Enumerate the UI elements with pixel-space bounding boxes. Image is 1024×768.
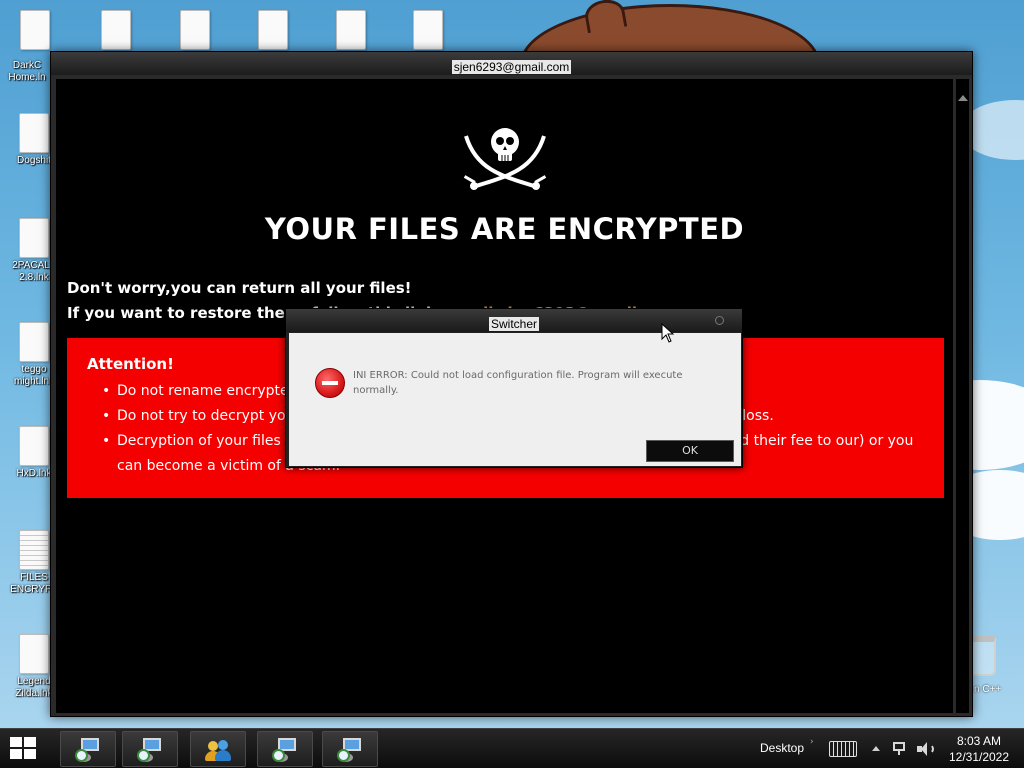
ok-button[interactable]: OK bbox=[646, 440, 734, 462]
dialog-body: INI ERROR: Could not load configuration … bbox=[289, 333, 741, 466]
desktop-shortcut-darkc[interactable]: DarkC Home.ln bbox=[0, 58, 57, 84]
desktop-file-icon[interactable] bbox=[321, 10, 381, 50]
taskbar-app-button[interactable] bbox=[190, 731, 246, 767]
pc-install-icon bbox=[272, 738, 298, 762]
file-icon bbox=[19, 113, 49, 153]
toolbar-chevron-icon[interactable]: › bbox=[810, 737, 814, 747]
taskbar: Desktop › 8:03 AM 12/31/2022 bbox=[0, 728, 1024, 768]
text-file-icon bbox=[19, 530, 49, 570]
taskbar-app-button[interactable] bbox=[322, 731, 378, 767]
windows-logo-icon bbox=[24, 749, 36, 759]
error-icon bbox=[315, 368, 345, 398]
taskbar-app-button[interactable] bbox=[257, 731, 313, 767]
file-icon bbox=[19, 218, 49, 258]
system-clock[interactable]: 8:03 AM 12/31/2022 bbox=[944, 733, 1014, 765]
keyboard-icon[interactable] bbox=[829, 741, 857, 757]
window-titlebar[interactable]: sjen6293@gmail.com bbox=[51, 52, 972, 75]
desktop-file-icon[interactable] bbox=[5, 10, 65, 50]
clock-date: 12/31/2022 bbox=[948, 750, 1010, 764]
reassurance-text: Don't worry,you can return all your file… bbox=[67, 279, 412, 297]
windows-logo-icon bbox=[10, 749, 22, 759]
dialog-title: Switcher bbox=[488, 317, 539, 331]
windows-live-messenger-icon bbox=[205, 738, 231, 762]
desktop-toolbar-label[interactable]: Desktop bbox=[760, 741, 804, 755]
mouse-cursor-icon bbox=[661, 323, 674, 343]
desktop-icon-label: n C++ bbox=[974, 684, 1002, 695]
windows-logo-icon bbox=[10, 737, 22, 747]
file-icon bbox=[19, 634, 49, 674]
window-title: sjen6293@gmail.com bbox=[451, 60, 572, 74]
ransom-headline: YOUR FILES ARE ENCRYPTED bbox=[264, 212, 745, 246]
clock-time: 8:03 AM bbox=[956, 734, 1002, 748]
desktop-file-icon[interactable] bbox=[86, 10, 146, 50]
desktop-icon-label: Home.ln bbox=[8, 72, 46, 83]
taskbar-app-button[interactable] bbox=[60, 731, 116, 767]
desktop-icon-label: DarkC bbox=[12, 60, 42, 71]
network-icon[interactable] bbox=[893, 742, 909, 756]
file-icon bbox=[19, 322, 49, 362]
error-message: INI ERROR: Could not load configuration … bbox=[353, 370, 683, 396]
windows-logo-icon bbox=[24, 737, 36, 747]
start-button[interactable] bbox=[10, 737, 38, 761]
skull-crossed-swords-icon bbox=[463, 128, 547, 190]
file-icon bbox=[19, 426, 49, 466]
volume-icon[interactable] bbox=[917, 741, 935, 757]
desktop-file-icon[interactable] bbox=[243, 10, 303, 50]
pc-install-icon bbox=[337, 738, 363, 762]
desktop-file-icon[interactable] bbox=[165, 10, 225, 50]
close-icon[interactable] bbox=[715, 316, 724, 325]
vertical-scrollbar[interactable] bbox=[956, 79, 969, 713]
pc-install-icon bbox=[137, 738, 163, 762]
pc-install-icon bbox=[75, 738, 101, 762]
show-hidden-icons-icon[interactable] bbox=[872, 746, 880, 751]
taskbar-app-button[interactable] bbox=[122, 731, 178, 767]
scroll-up-arrow-icon[interactable] bbox=[958, 95, 968, 101]
error-dialog: Switcher INI ERROR: Could not load confi… bbox=[285, 308, 743, 468]
desktop-file-icon[interactable] bbox=[398, 10, 458, 50]
